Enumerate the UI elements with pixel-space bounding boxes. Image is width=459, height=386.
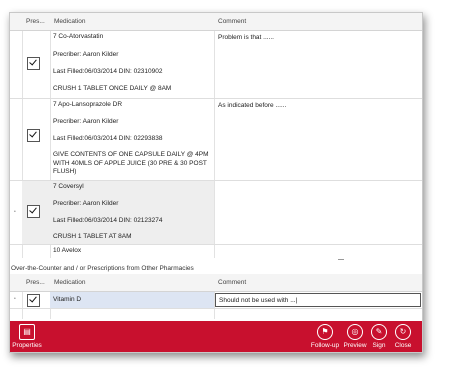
col-header-medication[interactable]: Medication: [54, 279, 85, 286]
last-filled: Last Filled:06/03/2014 DIN: 02310902: [53, 68, 163, 75]
instructions: GIVE CONTENTS OF ONE CAPSULE DAILY @ 4PM…: [53, 151, 209, 175]
comment-text: As indicated before ......: [218, 102, 287, 109]
medication-name: 10 Avelox: [53, 247, 82, 254]
instructions: CRUSH 1 TABLET AT 8AM: [53, 233, 132, 240]
col-header-medication[interactable]: Medication: [54, 18, 85, 25]
medication-name: 7 Co-Atorvastatin: [53, 33, 104, 40]
col-header-prescribed[interactable]: Pres...: [26, 18, 45, 25]
comment-input-value: Should not be used with ...|: [219, 297, 298, 304]
close-button[interactable]: ↻ Close: [390, 321, 416, 352]
sign-button[interactable]: ✎ Sign: [368, 321, 390, 352]
properties-button[interactable]: ▤ Properties: [10, 321, 44, 352]
medication-cell[interactable]: 7 Co-Atorvastatin Precriber: Aaron Kilde…: [50, 31, 215, 98]
medication-name: 7 Apo-Lansoprazole DR: [53, 101, 123, 108]
otc-grid-header: Pres... Medication Comment: [10, 274, 422, 292]
comment-cell[interactable]: Problem is that ......: [214, 31, 422, 98]
table-row[interactable]: 7 Apo-Lansoprazole DR Precriber: Aaron K…: [10, 99, 422, 181]
comment-cell[interactable]: [214, 245, 422, 258]
last-filled: Last Filled:06/03/2014 DIN: 02123274: [53, 217, 163, 224]
medication-cell[interactable]: Vitamin D: [50, 292, 215, 308]
medication-cell[interactable]: 10 Avelox: [50, 245, 215, 258]
prescriber: Precriber: Aaron Kilder: [53, 200, 119, 207]
comment-cell[interactable]: [214, 181, 422, 244]
table-row[interactable]: • 7 Coversyl Precriber: Aaron Kilder Las…: [10, 181, 422, 245]
col-header-comment[interactable]: Comment: [218, 18, 246, 25]
col-header-prescribed[interactable]: Pres...: [26, 279, 45, 286]
grid-header: Pres... Medication Comment: [10, 13, 422, 31]
table-row[interactable]: [10, 309, 422, 319]
comment-cell[interactable]: As indicated before ......: [214, 99, 422, 180]
comment-cell[interactable]: Should not be used with ...|: [214, 292, 422, 308]
bottom-toolbar: ▤ Properties ⚑ Follow-up ◎ Preview ✎ Sig…: [10, 321, 422, 352]
col-header-comment[interactable]: Comment: [218, 279, 246, 286]
medication-review-window: Pres... Medication Comment 7 Co-Atorvast…: [9, 12, 423, 353]
instructions: CRUSH 1 TABLET ONCE DAILY @ 8AM: [53, 85, 172, 92]
comment-text: Problem is that ......: [218, 34, 274, 41]
otc-section-label: Over-the-Counter and / or Prescriptions …: [11, 265, 194, 272]
row-marker-icon: •: [14, 209, 16, 215]
table-row[interactable]: 7 Co-Atorvastatin Precriber: Aaron Kilde…: [10, 31, 422, 99]
medication-cell[interactable]: 7 Apo-Lansoprazole DR Precriber: Aaron K…: [50, 99, 215, 180]
medication-cell[interactable]: 7 Coversyl Precriber: Aaron Kilder Last …: [50, 181, 215, 244]
prescriber: Precriber: Aaron Kilder: [53, 118, 119, 125]
prescribed-checkbox[interactable]: [27, 57, 40, 70]
medication-name: Vitamin D: [53, 296, 82, 303]
prescribed-checkbox[interactable]: [27, 129, 40, 142]
comment-input[interactable]: Should not be used with ...|: [215, 293, 421, 307]
properties-icon: ▤: [19, 324, 35, 340]
table-row[interactable]: 10 Avelox: [10, 245, 422, 258]
prescriber: Precriber: Aaron Kilder: [53, 51, 119, 58]
row-marker-icon: •: [14, 296, 16, 302]
table-row[interactable]: • Vitamin D Should not be used with ...|: [10, 292, 422, 309]
preview-icon: ◎: [347, 324, 363, 340]
close-icon: ↻: [395, 324, 411, 340]
splitter-handle[interactable]: [338, 259, 344, 260]
prescribed-checkbox[interactable]: [27, 205, 40, 218]
last-filled: Last Filled:06/03/2014 DIN: 02293838: [53, 135, 163, 142]
prescribed-checkbox[interactable]: [27, 294, 40, 307]
sign-icon: ✎: [371, 324, 387, 340]
preview-button[interactable]: ◎ Preview: [342, 321, 368, 352]
follow-up-icon: ⚑: [317, 324, 333, 340]
follow-up-button[interactable]: ⚑ Follow-up: [308, 321, 342, 352]
medication-name: 7 Coversyl: [53, 183, 84, 190]
